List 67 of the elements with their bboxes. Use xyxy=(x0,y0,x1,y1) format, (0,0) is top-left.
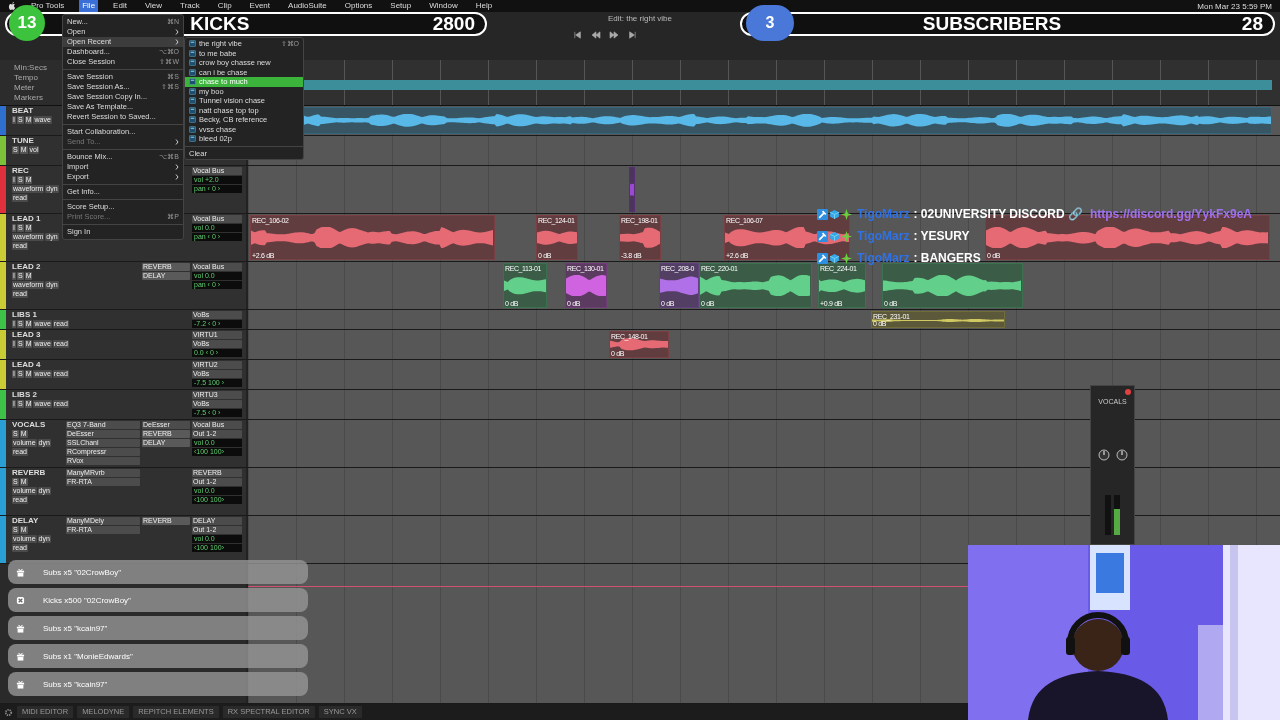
counter-value: 28 xyxy=(1241,13,1263,35)
alert-text: Subs x1 "MonieEdwards" xyxy=(43,651,133,661)
transport-icon[interactable] xyxy=(591,31,601,39)
hammer-badge-icon xyxy=(817,252,828,264)
menu-bar-item[interactable]: Clip xyxy=(214,0,235,12)
hammer-badge-icon xyxy=(817,230,828,242)
ruler-label: Min:Secs xyxy=(14,62,47,73)
menu-bar-item[interactable]: Edit xyxy=(110,0,130,12)
counter-badge: 3 xyxy=(746,5,794,41)
menu-bar-item[interactable]: Setup xyxy=(387,0,415,12)
cube-icon xyxy=(829,252,840,264)
gift-icon xyxy=(16,567,25,577)
knob-icon[interactable] xyxy=(1115,449,1128,461)
hammer-badge-icon xyxy=(817,208,828,220)
crossed-square-icon xyxy=(16,595,25,605)
counter-label: KICKS xyxy=(190,13,250,35)
track-name[interactable]: BEAT xyxy=(12,106,34,115)
settings-icon[interactable] xyxy=(4,707,13,717)
alert-text: Kicks x500 "02CrowBoy" xyxy=(43,595,131,605)
transport-icon[interactable] xyxy=(627,31,637,39)
track-name[interactable]: LEAD 1 xyxy=(12,214,41,223)
track-name[interactable]: LEAD 4 xyxy=(12,360,41,369)
level-meter xyxy=(1105,495,1120,535)
ruler-label: Tempo xyxy=(14,72,38,83)
cube-icon xyxy=(829,208,840,220)
ruler-label: Markers xyxy=(14,92,43,103)
transport-icon[interactable] xyxy=(609,31,619,39)
track-name[interactable]: LEAD 3 xyxy=(12,330,41,339)
apple-icon[interactable] xyxy=(8,1,16,11)
star-icon xyxy=(841,252,852,264)
alert-text: Subs x5 "02CrowBoy" xyxy=(43,567,122,577)
track-name[interactable]: REC xyxy=(12,166,29,175)
window-title: Edit: the right vibe xyxy=(607,14,672,23)
menu-bar-item[interactable]: Track xyxy=(177,0,203,12)
transport-icon[interactable] xyxy=(573,31,583,39)
close-icon[interactable] xyxy=(1125,389,1131,395)
alert-text: Subs x5 "kcain97" xyxy=(43,679,108,689)
track-name[interactable]: TUNE xyxy=(12,136,34,145)
gift-icon xyxy=(16,651,25,661)
chat-message: : YESURY xyxy=(913,229,970,243)
star-icon xyxy=(841,230,852,242)
menu-bar-item[interactable]: Help xyxy=(472,0,496,12)
menu-bar-item[interactable]: AudioSuite xyxy=(285,0,330,12)
menu-bar-item[interactable]: Window xyxy=(426,0,461,12)
menu-bar-item[interactable]: Pro Tools xyxy=(28,0,68,12)
menu-bar-item[interactable]: Event xyxy=(246,0,274,12)
track-name[interactable]: VOCALS xyxy=(12,420,46,429)
alert-text: Subs x5 "kcain97" xyxy=(43,623,108,633)
gift-icon xyxy=(16,623,25,633)
audio-clip[interactable] xyxy=(629,167,635,212)
menu-bar-item[interactable]: File xyxy=(79,0,99,12)
session-file-icon xyxy=(189,135,196,143)
track-name[interactable]: DELAY xyxy=(12,516,39,525)
gift-icon xyxy=(16,679,25,689)
track-name[interactable]: LIBS 1 xyxy=(12,310,37,319)
knob-icon[interactable] xyxy=(1097,449,1110,461)
track-name[interactable]: LIBS 2 xyxy=(12,390,37,399)
track-name[interactable]: LEAD 2 xyxy=(12,262,41,271)
counter-label: SUBSCRIBERS xyxy=(922,13,1062,35)
cube-icon xyxy=(829,230,840,242)
menu-bar-item[interactable]: View xyxy=(141,0,166,12)
star-icon xyxy=(841,208,852,220)
track-name[interactable]: REVERB xyxy=(12,468,46,477)
clock: Mon Mar 23 5:59 PM xyxy=(1197,1,1272,11)
menu-bar-item[interactable]: Options xyxy=(341,0,376,12)
counter-value: 2800 xyxy=(432,13,475,35)
ruler-label: Meter xyxy=(14,82,35,93)
